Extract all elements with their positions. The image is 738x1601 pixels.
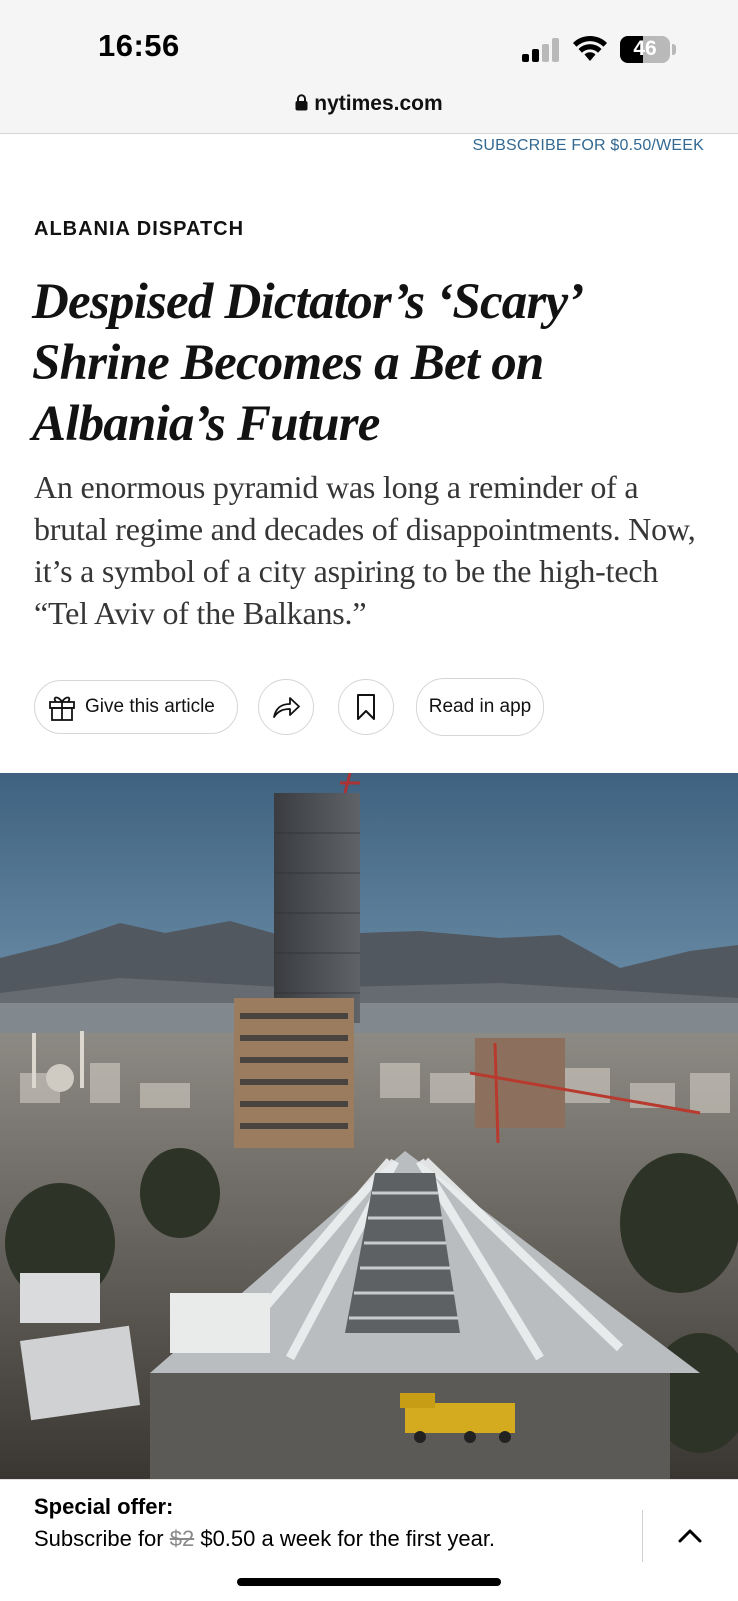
give-article-label: Give this article [85,696,215,717]
article-summary: An enormous pyramid was long a reminder … [34,469,696,631]
home-indicator[interactable] [237,1578,501,1586]
give-article-button[interactable]: Give this article [34,680,238,734]
chevron-up-icon [678,1529,702,1543]
section-kicker[interactable]: ALBANIA DISPATCH [34,218,244,241]
read-in-app-label: Read in app [428,696,532,717]
offer-expand-button[interactable] [670,1516,710,1556]
subscribe-link[interactable]: SUBSCRIBE FOR $0.50/WEEK [472,137,704,155]
offer-body: Subscribe for $2 $0.50 a week for the fi… [34,1524,554,1553]
offer-old-price: $2 [169,1526,195,1551]
url-bar[interactable]: nytimes.com [0,92,738,116]
browser-chrome: 16:56 46 nytimes.com [0,0,738,134]
battery-indicator: 46 [620,36,670,63]
lock-icon [295,94,308,111]
share-button[interactable] [258,679,314,735]
gift-icon [49,696,75,721]
battery-tip [672,44,676,55]
pyramid-of-tirana-photo[interactable] [0,773,738,1479]
article-headline: Despised Dictator’s ‘Scary’ Shrine Becom… [32,274,581,452]
bookmark-icon [357,694,375,720]
wifi-icon [573,35,607,61]
url-text: nytimes.com [314,92,443,115]
offer-prefix: Subscribe for [34,1526,170,1551]
share-icon [273,697,300,718]
offer-new-price: $0.50 a week for the first year. [194,1526,496,1551]
offer-title: Special offer: [34,1494,174,1519]
read-in-app-button[interactable]: Read in app [416,678,544,736]
offer-divider [642,1510,643,1562]
battery-level: 46 [633,37,657,60]
bookmark-button[interactable] [338,679,394,735]
status-time: 16:56 [98,28,180,63]
cellular-signal-icon [522,38,562,62]
